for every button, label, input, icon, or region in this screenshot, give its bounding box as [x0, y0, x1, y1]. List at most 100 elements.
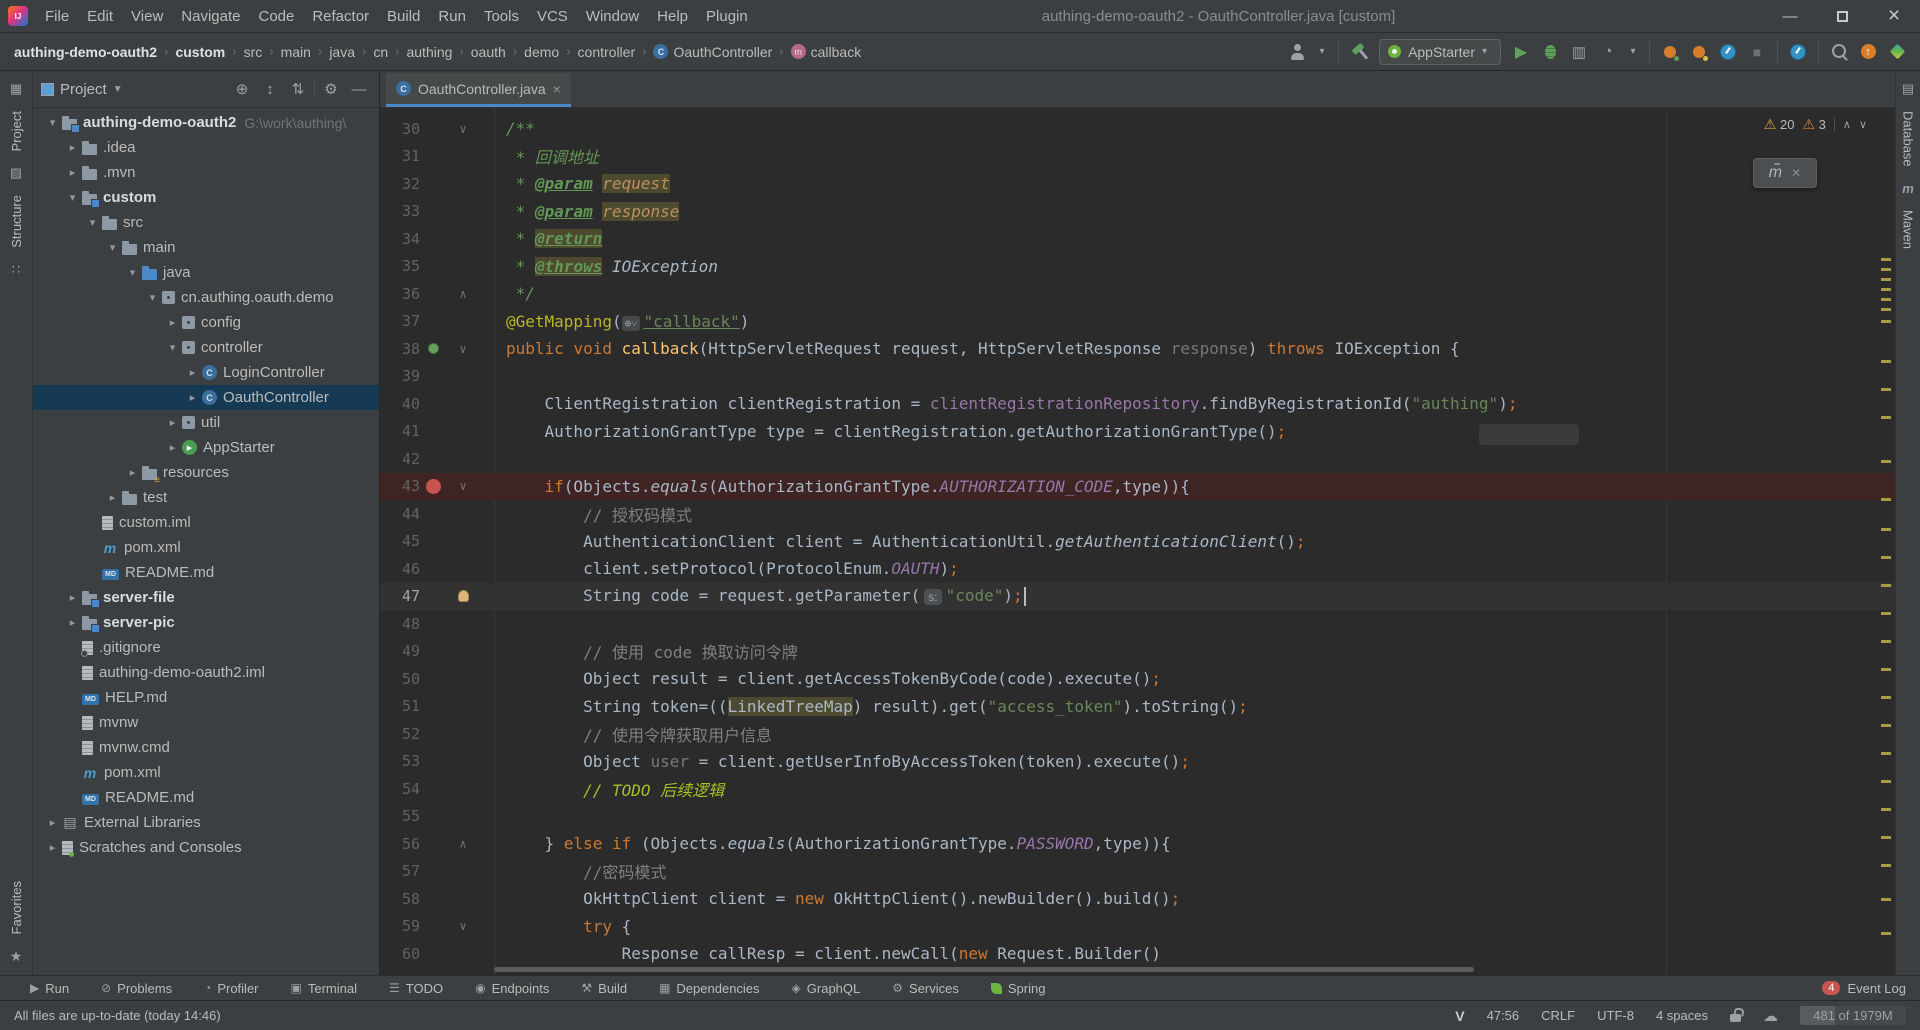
warning-stripe-mark[interactable]	[1881, 258, 1891, 261]
tree-item[interactable]: ▸util	[33, 410, 379, 435]
tree-item[interactable]: ▾src	[33, 210, 379, 235]
project-panel-title[interactable]: Project	[60, 81, 107, 98]
code-line[interactable]: 57 //密码模式	[380, 858, 1895, 886]
warning-stripe-mark[interactable]	[1881, 836, 1891, 839]
breakpoint-gutter-icon[interactable]	[420, 479, 446, 494]
code-line[interactable]: 30∨/**	[380, 115, 1895, 143]
tree-item[interactable]: .gitignore	[33, 635, 379, 660]
tree-item[interactable]: authing-demo-oauth2.iml	[33, 660, 379, 685]
warning-stripe-mark[interactable]	[1881, 932, 1891, 935]
tree-arrow-icon[interactable]: ▸	[63, 141, 82, 154]
file-encoding[interactable]: UTF-8	[1597, 1008, 1634, 1023]
warning-stripe-mark[interactable]	[1881, 898, 1891, 901]
code-line[interactable]: 54 // TODO 后续逻辑	[380, 775, 1895, 803]
code-line[interactable]: 41 AuthorizationGrantType type = clientR…	[380, 418, 1895, 446]
spring-bean-icon[interactable]	[428, 343, 439, 354]
breadcrumb-item[interactable]: main	[281, 44, 311, 60]
settings-gear-icon[interactable]: ⚙	[319, 80, 343, 98]
tree-item[interactable]: ▸.mvn	[33, 160, 379, 185]
tree-item[interactable]: mpom.xml	[33, 760, 379, 785]
code-line[interactable]: 58 OkHttpClient client = new OkHttpClien…	[380, 885, 1895, 913]
code-line[interactable]: 60 Response callResp = client.newCall(ne…	[380, 940, 1895, 968]
toolwindow-build[interactable]: ⚒Build	[581, 981, 627, 996]
prev-warning-icon[interactable]: ∧	[1843, 118, 1851, 131]
close-icon[interactable]: ✕	[1791, 166, 1801, 180]
breadcrumb-item[interactable]: src	[244, 44, 263, 60]
menu-item-code[interactable]: Code	[249, 8, 303, 25]
tree-item[interactable]: mpom.xml	[33, 535, 379, 560]
menu-item-navigate[interactable]: Navigate	[172, 8, 249, 25]
favorites-star-icon[interactable]: ★	[10, 948, 23, 965]
warning-stripe-mark[interactable]	[1881, 640, 1891, 643]
tree-item[interactable]: ▾controller	[33, 335, 379, 360]
menu-item-edit[interactable]: Edit	[78, 8, 122, 25]
warning-stripe-mark[interactable]	[1881, 288, 1891, 291]
code-line[interactable]: 52 // 使用令牌获取用户信息	[380, 720, 1895, 748]
intention-bulb-icon[interactable]	[458, 590, 469, 602]
next-warning-icon[interactable]: ∨	[1859, 118, 1867, 131]
warning-stripe-mark[interactable]	[1881, 864, 1891, 867]
run-config-combo[interactable]: AppStarter▾	[1379, 39, 1501, 65]
floating-widget[interactable]: m̃ ✕	[1753, 158, 1817, 188]
tree-arrow-icon[interactable]: ▸	[123, 466, 142, 479]
build-hammer-icon[interactable]	[1350, 43, 1368, 61]
sidebar-item-database[interactable]: Database	[1901, 111, 1916, 167]
menu-item-run[interactable]: Run	[429, 8, 475, 25]
fold-marker-icon[interactable]: ∨	[446, 122, 480, 136]
indent-style[interactable]: 4 spaces	[1656, 1008, 1708, 1023]
tree-arrow-icon[interactable]: ▸	[163, 416, 182, 429]
tree-item[interactable]: MDREADME.md	[33, 785, 379, 810]
tree-arrow-icon[interactable]: ▸	[163, 316, 182, 329]
sidebar-item-project[interactable]: Project	[9, 111, 24, 151]
tree-arrow-icon[interactable]: ▸	[183, 366, 202, 379]
warning-stripe-mark[interactable]	[1881, 584, 1891, 587]
tree-item[interactable]: ▸server-pic	[33, 610, 379, 635]
menu-item-plugin[interactable]: Plugin	[697, 8, 757, 25]
ide-update-icon[interactable]	[1859, 43, 1877, 61]
menu-item-tools[interactable]: Tools	[475, 8, 528, 25]
sidebar-item-structure[interactable]: Structure	[9, 195, 24, 248]
code-line[interactable]: 40 ClientRegistration clientRegistration…	[380, 390, 1895, 418]
tree-item[interactable]: mvnw	[33, 710, 379, 735]
warning-stripe-mark[interactable]	[1881, 752, 1891, 755]
warning-stripe-mark[interactable]	[1881, 388, 1891, 391]
code-line[interactable]: 35 * @throws IOException	[380, 253, 1895, 281]
warning-stripe-mark[interactable]	[1881, 696, 1891, 699]
code-line[interactable]: 38∨public void callback(HttpServletReque…	[380, 335, 1895, 363]
collapse-all-button[interactable]: ⇅	[286, 80, 310, 98]
tree-item[interactable]: ▾main	[33, 235, 379, 260]
tree-arrow-icon[interactable]: ▸	[183, 391, 202, 404]
chevron-down-icon[interactable]: ▾	[1628, 43, 1638, 61]
code-line[interactable]: 33 * @param response	[380, 198, 1895, 226]
memory-indicator[interactable]: 481 of 1979M	[1800, 1006, 1906, 1025]
tab-oauthcontroller[interactable]: C OauthController.java ×	[386, 73, 571, 107]
code-line[interactable]: 59∨ try {	[380, 913, 1895, 941]
bean-gutter-icon[interactable]	[420, 343, 446, 354]
stop-button[interactable]: ■	[1748, 43, 1766, 61]
breadcrumb-item[interactable]: demo	[524, 44, 559, 60]
coverage-button[interactable]: ▥	[1570, 43, 1588, 61]
tree-item[interactable]: ▸resources	[33, 460, 379, 485]
horizontal-scrollbar[interactable]	[494, 967, 1474, 972]
toolwindow-event-log[interactable]: 4Event Log	[1822, 981, 1906, 996]
breadcrumb-item[interactable]: COauthController	[653, 44, 772, 60]
caret-position[interactable]: 47:56	[1487, 1008, 1520, 1023]
code-line[interactable]: 56∧ } else if (Objects.equals(Authorizat…	[380, 830, 1895, 858]
tree-item[interactable]: ▸▶AppStarter	[33, 435, 379, 460]
tree-arrow-icon[interactable]: ▸	[43, 816, 62, 829]
tree-item[interactable]: mvnw.cmd	[33, 735, 379, 760]
fold-marker-icon[interactable]	[446, 590, 480, 602]
fold-marker-icon[interactable]: ∧	[446, 837, 480, 851]
code-line[interactable]: 45 AuthenticationClient client = Authent…	[380, 528, 1895, 556]
chevron-down-icon[interactable]: ▼	[113, 84, 123, 95]
tree-arrow-icon[interactable]: ▾	[123, 266, 142, 279]
menu-item-file[interactable]: File	[36, 8, 78, 25]
tree-arrow-icon[interactable]: ▾	[63, 191, 82, 204]
tree-item[interactable]: ▸server-file	[33, 585, 379, 610]
warning-stripe-mark[interactable]	[1881, 556, 1891, 559]
breadcrumb-item[interactable]: custom	[175, 44, 225, 60]
line-separator[interactable]: CRLF	[1541, 1008, 1575, 1023]
breadcrumb-item[interactable]: java	[329, 44, 355, 60]
gauge-icon[interactable]	[1789, 43, 1807, 61]
toolwindow-services[interactable]: ⚙Services	[892, 981, 959, 996]
